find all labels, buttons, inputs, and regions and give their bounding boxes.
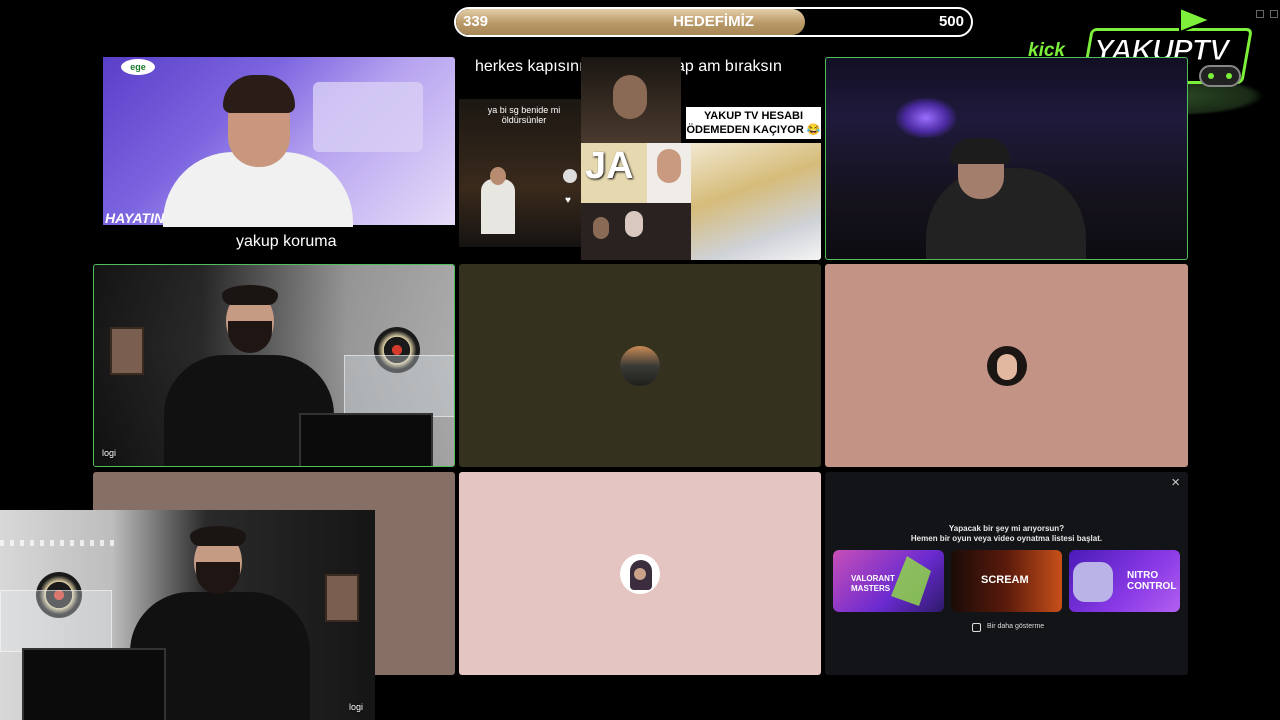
goal-progress-bar: 339 HEDEFİMİZ 500 xyxy=(454,7,973,37)
activity-card-nitro-control[interactable]: NITRO CONTROL xyxy=(1069,550,1180,612)
card-label: SCREAM xyxy=(981,574,1029,586)
close-icon[interactable]: × xyxy=(1171,474,1180,491)
meme-overlay-text: YAKUP TV HESABI ÖDEMEDEN KAÇIYOR 😂 xyxy=(686,107,821,139)
cam-label: logi xyxy=(102,448,117,458)
dont-show-again-checkbox[interactable] xyxy=(972,623,981,632)
tile-cam-main[interactable]: logi xyxy=(93,264,455,467)
tile-meme-collage[interactable]: herkes kapısının önüne bir kap am bıraks… xyxy=(459,57,821,260)
tiktok-clip: ya bi sg benide mi öldürsünler ♥ xyxy=(459,99,581,247)
participant-avatar xyxy=(620,553,660,594)
window-maximize-icon[interactable] xyxy=(1270,10,1278,18)
tile-cam-purple-room[interactable] xyxy=(825,57,1188,260)
meme-face-clip xyxy=(581,57,681,143)
guest-hair xyxy=(223,75,295,113)
controller-mascot-icon xyxy=(1073,562,1113,602)
activity-title: Yapacak bir şey mi arıyorsun? xyxy=(948,524,1065,533)
glass-cabinet xyxy=(0,590,112,652)
checkbox-label: Bir daha gösterme xyxy=(987,623,1045,630)
activity-card-valorant[interactable]: VALORANT MASTERS xyxy=(833,550,944,612)
tiktok-text: ya bi sg benide mi öldürsünler xyxy=(487,105,561,125)
tv-clip-video xyxy=(103,57,455,227)
tile-tv-clip[interactable]: ege HAYATIN yakup koruma xyxy=(93,57,455,260)
purple-lamp xyxy=(896,98,956,138)
tile-participant-pink[interactable] xyxy=(459,472,821,675)
monitor xyxy=(299,413,433,466)
glass-cabinet xyxy=(344,355,454,417)
tiktok-avatar-icon xyxy=(563,169,577,183)
fairy-lights xyxy=(0,540,120,546)
wall-frame xyxy=(325,574,359,622)
goal-target-value: 500 xyxy=(938,13,964,30)
meme-blur-clip xyxy=(691,143,821,260)
participant-avatar xyxy=(986,345,1027,386)
monitor xyxy=(22,648,166,720)
like-icon: ♥ xyxy=(565,195,571,206)
meme-podcast-clip xyxy=(581,203,691,260)
card-label: VALORANT xyxy=(851,574,895,583)
card-label-secondary: MASTERS xyxy=(851,584,891,593)
meme-ja-text: JA xyxy=(585,145,634,187)
cam-label: logi xyxy=(348,702,363,712)
play-logo-icon xyxy=(1179,6,1213,34)
activity-suggestion-panel: × Yapacak bir şey mi arıyorsun? Hemen bi… xyxy=(825,472,1188,675)
activity-card-scream[interactable]: SCREAM xyxy=(951,550,1062,612)
card-label-secondary: CONTROL xyxy=(1127,581,1177,592)
tv-lower-third: HAYATIN xyxy=(105,210,165,226)
pip-self-camera[interactable]: logi xyxy=(0,510,375,720)
gamepad-icon xyxy=(1199,65,1241,87)
channel-badge: ege xyxy=(121,59,155,75)
activity-subtitle: Hemen bir oyun veya video oynatma listes… xyxy=(910,534,1103,543)
tile-participant-rose[interactable] xyxy=(825,264,1188,467)
tile-participant-olive[interactable] xyxy=(459,264,821,467)
participant-avatar xyxy=(620,345,660,386)
meme-ja-panel: JA xyxy=(581,143,691,203)
goal-title: HEDEFİMİZ xyxy=(673,13,754,30)
wall-frame xyxy=(110,327,144,375)
tv-clip-caption: yakup koruma xyxy=(236,233,337,250)
window-restore-icon[interactable] xyxy=(1256,10,1264,18)
card-label: NITRO xyxy=(1127,570,1159,581)
